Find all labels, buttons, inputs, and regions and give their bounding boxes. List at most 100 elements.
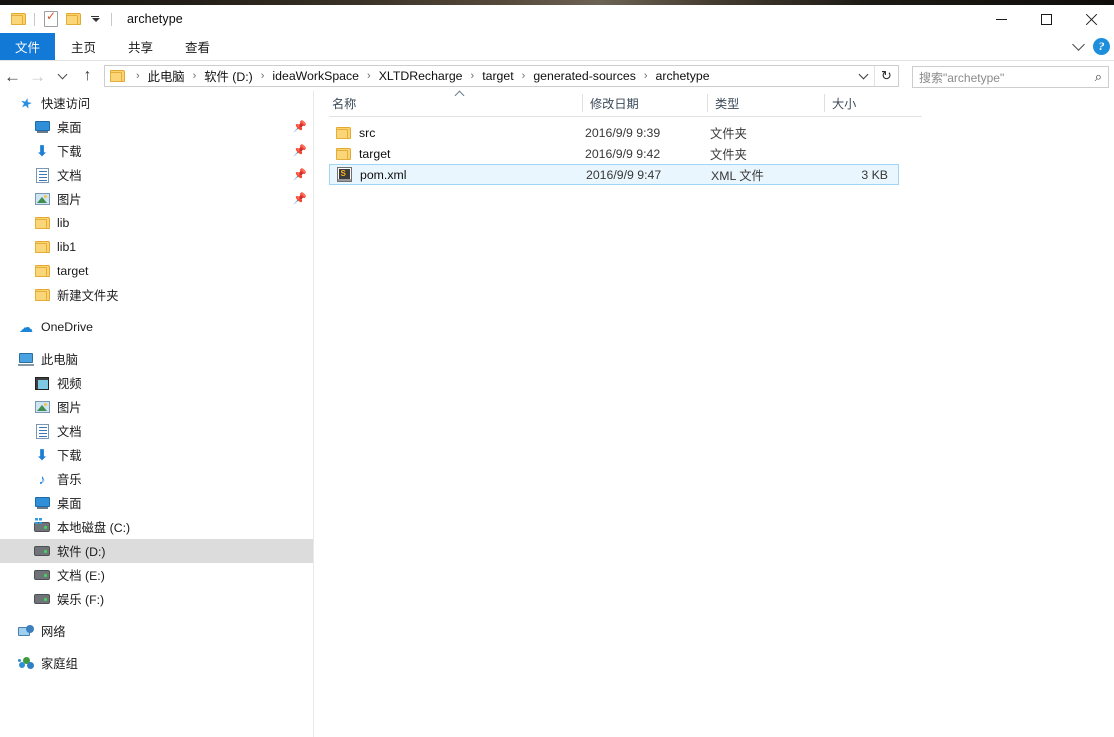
sidebar-item-videos[interactable]: 视频 — [0, 371, 313, 395]
tab-view[interactable]: 查看 — [169, 33, 226, 60]
sidebar-item-desktop-qa[interactable]: 桌面 📌 — [0, 115, 313, 139]
sidebar-item-label: 快速访问 — [41, 97, 91, 111]
forward-button[interactable]: → — [25, 61, 50, 91]
breadcrumb-separator-0[interactable]: › — [186, 70, 204, 82]
search-input[interactable]: 搜索"archetype" — [919, 69, 1095, 86]
file-size-cell: 3 KB — [861, 167, 888, 182]
sidebar-item-drive-d[interactable]: 软件 (D:) — [0, 539, 313, 563]
tab-share[interactable]: 共享 — [112, 33, 169, 60]
column-header-size[interactable]: 大小 — [824, 90, 922, 116]
breadcrumb-separator[interactable]: › — [129, 70, 147, 82]
sidebar-item-label: lib1 — [57, 240, 77, 254]
file-name-cell: src — [329, 122, 585, 143]
refresh-button[interactable]: ↻ — [874, 66, 898, 86]
file-name-text: pom.xml — [360, 167, 407, 182]
sidebar-item-target[interactable]: target — [0, 259, 313, 283]
sidebar-item-documents-qa[interactable]: 文档 📌 — [0, 163, 313, 187]
sidebar-item-label: lib — [57, 216, 70, 230]
search-box[interactable]: 搜索"archetype" ⌕ — [912, 66, 1109, 88]
sidebar-item-new-folder[interactable]: 新建文件夹 — [0, 283, 313, 307]
breadcrumb-item-3[interactable]: XLTDRecharge — [378, 69, 464, 83]
pin-icon[interactable]: 📌 — [293, 170, 307, 181]
this-pc-icon — [18, 351, 34, 367]
sidebar-item-desktop[interactable]: 桌面 — [0, 491, 313, 515]
folder-icon[interactable] — [7, 8, 29, 30]
sidebar-item-lib[interactable]: lib — [0, 211, 313, 235]
title-bar: archetype — [0, 5, 1114, 33]
breadcrumb-item-0[interactable]: 此电脑 — [147, 67, 186, 85]
breadcrumb-item-1[interactable]: 软件 (D:) — [203, 67, 254, 85]
breadcrumb-folder-icon[interactable] — [110, 70, 125, 82]
pin-icon[interactable]: 📌 — [293, 122, 307, 133]
pin-icon[interactable]: 📌 — [293, 146, 307, 157]
toolbar-divider — [34, 12, 35, 26]
sidebar-item-homegroup[interactable]: 家庭组 — [0, 651, 313, 675]
folder-icon — [335, 125, 351, 141]
recent-locations-button[interactable] — [50, 61, 75, 91]
content-area: ★ 快速访问 桌面 📌 ⬇ 下载 📌 文档 📌 图片 📌 lib lib1 ta… — [0, 90, 1114, 737]
sidebar-item-drive-e[interactable]: 文档 (E:) — [0, 563, 313, 587]
file-date-cell: 2016/9/9 9:47 — [586, 167, 662, 182]
breadcrumb-separator-4[interactable]: › — [515, 70, 533, 82]
sidebar-item-onedrive[interactable]: ☁ OneDrive — [0, 315, 313, 339]
file-size-cell — [827, 143, 893, 164]
sidebar-item-documents[interactable]: 文档 — [0, 419, 313, 443]
file-list-pane[interactable]: 名称 修改日期 类型 大小 src 2016/9/9 9:39 文件夹 targ… — [314, 90, 1114, 737]
sidebar-item-label: 图片 — [57, 193, 82, 207]
pictures-icon — [34, 191, 50, 207]
sidebar-item-drive-f[interactable]: 娱乐 (F:) — [0, 587, 313, 611]
up-button[interactable]: ↑ — [75, 61, 100, 91]
window-title: archetype — [127, 12, 183, 26]
sidebar-item-downloads-qa[interactable]: ⬇ 下载 📌 — [0, 139, 313, 163]
drive-icon — [34, 543, 50, 559]
file-name-cell: target — [329, 143, 585, 164]
chevron-down-icon[interactable] — [1067, 36, 1089, 58]
column-header-type[interactable]: 类型 — [707, 90, 824, 116]
breadcrumb-separator-2[interactable]: › — [360, 70, 378, 82]
quick-access-toolbar — [0, 5, 117, 33]
sidebar-item-pictures-qa[interactable]: 图片 📌 — [0, 187, 313, 211]
sidebar-item-drive-c[interactable]: 本地磁盘 (C:) — [0, 515, 313, 539]
document-icon — [34, 167, 50, 183]
breadcrumb-separator-3[interactable]: › — [464, 70, 482, 82]
sidebar-item-network[interactable]: 网络 — [0, 619, 313, 643]
file-date-cell: 2016/9/9 9:39 — [585, 125, 661, 140]
help-icon[interactable]: ? — [1093, 38, 1110, 55]
new-folder-icon[interactable] — [62, 8, 84, 30]
customize-dropdown-icon[interactable] — [84, 8, 106, 30]
table-row[interactable]: src 2016/9/9 9:39 文件夹 — [329, 122, 899, 143]
properties-checkdoc-icon[interactable] — [40, 8, 62, 30]
navigation-pane[interactable]: ★ 快速访问 桌面 📌 ⬇ 下载 📌 文档 📌 图片 📌 lib lib1 ta… — [0, 91, 313, 737]
table-row[interactable]: target 2016/9/9 9:42 文件夹 — [329, 143, 899, 164]
address-dropdown-icon[interactable] — [852, 66, 874, 86]
sidebar-item-quick-access[interactable]: ★ 快速访问 — [0, 91, 313, 115]
back-button[interactable]: ← — [0, 61, 25, 91]
sidebar-item-label: 文档 — [57, 169, 82, 183]
sidebar-item-music[interactable]: ♪ 音乐 — [0, 467, 313, 491]
breadcrumb-item-4[interactable]: target — [481, 69, 514, 83]
pin-icon[interactable]: 📌 — [293, 194, 307, 205]
sidebar-item-label: target — [57, 264, 89, 278]
column-header-name[interactable]: 名称 — [329, 90, 582, 116]
maximize-button[interactable] — [1024, 5, 1069, 33]
breadcrumb-separator-5[interactable]: › — [637, 70, 655, 82]
breadcrumb-item-6[interactable]: archetype — [655, 69, 711, 83]
tab-home[interactable]: 主页 — [55, 33, 112, 60]
sidebar-item-label: 视频 — [57, 377, 82, 391]
ribbon-tabs: 文件 主页 共享 查看 — [0, 33, 1114, 60]
address-path-box[interactable]: › 此电脑 › 软件 (D:) › ideaWorkSpace › XLTDRe… — [104, 65, 899, 87]
sidebar-item-pictures[interactable]: 图片 — [0, 395, 313, 419]
minimize-button[interactable] — [979, 5, 1024, 33]
table-row[interactable]: S pom.xml 2016/9/9 9:47 XML 文件 3 KB — [329, 164, 899, 185]
close-button[interactable] — [1069, 5, 1114, 33]
toolbar-divider-2 — [111, 12, 112, 26]
sidebar-item-this-pc[interactable]: 此电脑 — [0, 347, 313, 371]
tab-file[interactable]: 文件 — [0, 33, 55, 60]
sidebar-item-downloads[interactable]: ⬇ 下载 — [0, 443, 313, 467]
breadcrumb-item-5[interactable]: generated-sources — [532, 69, 637, 83]
sidebar-item-lib1[interactable]: lib1 — [0, 235, 313, 259]
column-header-date[interactable]: 修改日期 — [582, 90, 707, 116]
file-type-cell: 文件夹 — [710, 126, 747, 141]
breadcrumb-separator-1[interactable]: › — [254, 70, 272, 82]
breadcrumb-item-2[interactable]: ideaWorkSpace — [271, 69, 360, 83]
